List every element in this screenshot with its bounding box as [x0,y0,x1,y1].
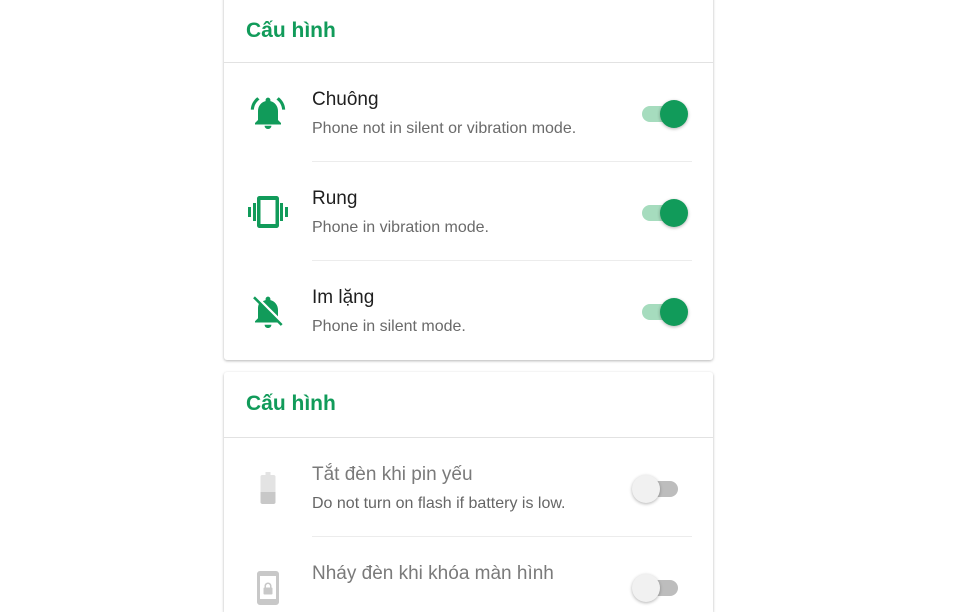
bell-off-icon [253,296,283,328]
toggle-thumb [660,199,688,227]
vibrate-icon [248,196,288,228]
setting-row-lock-screen-flash[interactable]: Nháy đèn khi khóa màn hình [224,537,713,612]
setting-subtitle: Phone in vibration mode. [312,219,489,236]
vibrate-toggle[interactable] [642,198,688,227]
flash-settings-card: Cấu hình Tắt đèn khi pin yếu Do not turn… [224,372,713,612]
lock-screen-icon [257,571,279,605]
bell-ring-icon [250,97,286,129]
toggle-thumb [632,475,660,503]
low-battery-toggle[interactable] [632,474,678,503]
toggle-thumb [660,298,688,326]
setting-title: Nháy đèn khi khóa màn hình [312,563,554,584]
setting-subtitle: Phone not in silent or vibration mode. [312,120,577,137]
card-header: Cấu hình [224,0,713,63]
setting-title: Im lặng [312,287,375,308]
setting-title: Chuông [312,89,379,110]
setting-subtitle: Do not turn on flash if battery is low. [312,495,566,512]
section-title: Cấu hình [246,392,336,415]
section-title: Cấu hình [246,19,336,42]
setting-title: Tắt đèn khi pin yếu [312,464,473,485]
toggle-thumb [632,574,660,602]
setting-subtitle: Phone in silent mode. [312,318,466,335]
setting-row-silent[interactable]: Im lặng Phone in silent mode. [224,261,713,360]
card-header: Cấu hình [224,372,713,438]
battery-low-icon [260,472,276,504]
setting-row-ring[interactable]: Chuông Phone not in silent or vibration … [224,63,713,162]
silent-toggle[interactable] [642,297,688,326]
ring-toggle[interactable] [642,99,688,128]
ringer-settings-card: Cấu hình Chuông Phone not in silent or v… [224,0,713,360]
setting-title: Rung [312,188,358,209]
setting-row-vibrate[interactable]: Rung Phone in vibration mode. [224,162,713,261]
setting-row-low-battery[interactable]: Tắt đèn khi pin yếu Do not turn on flash… [224,438,713,537]
toggle-thumb [660,100,688,128]
